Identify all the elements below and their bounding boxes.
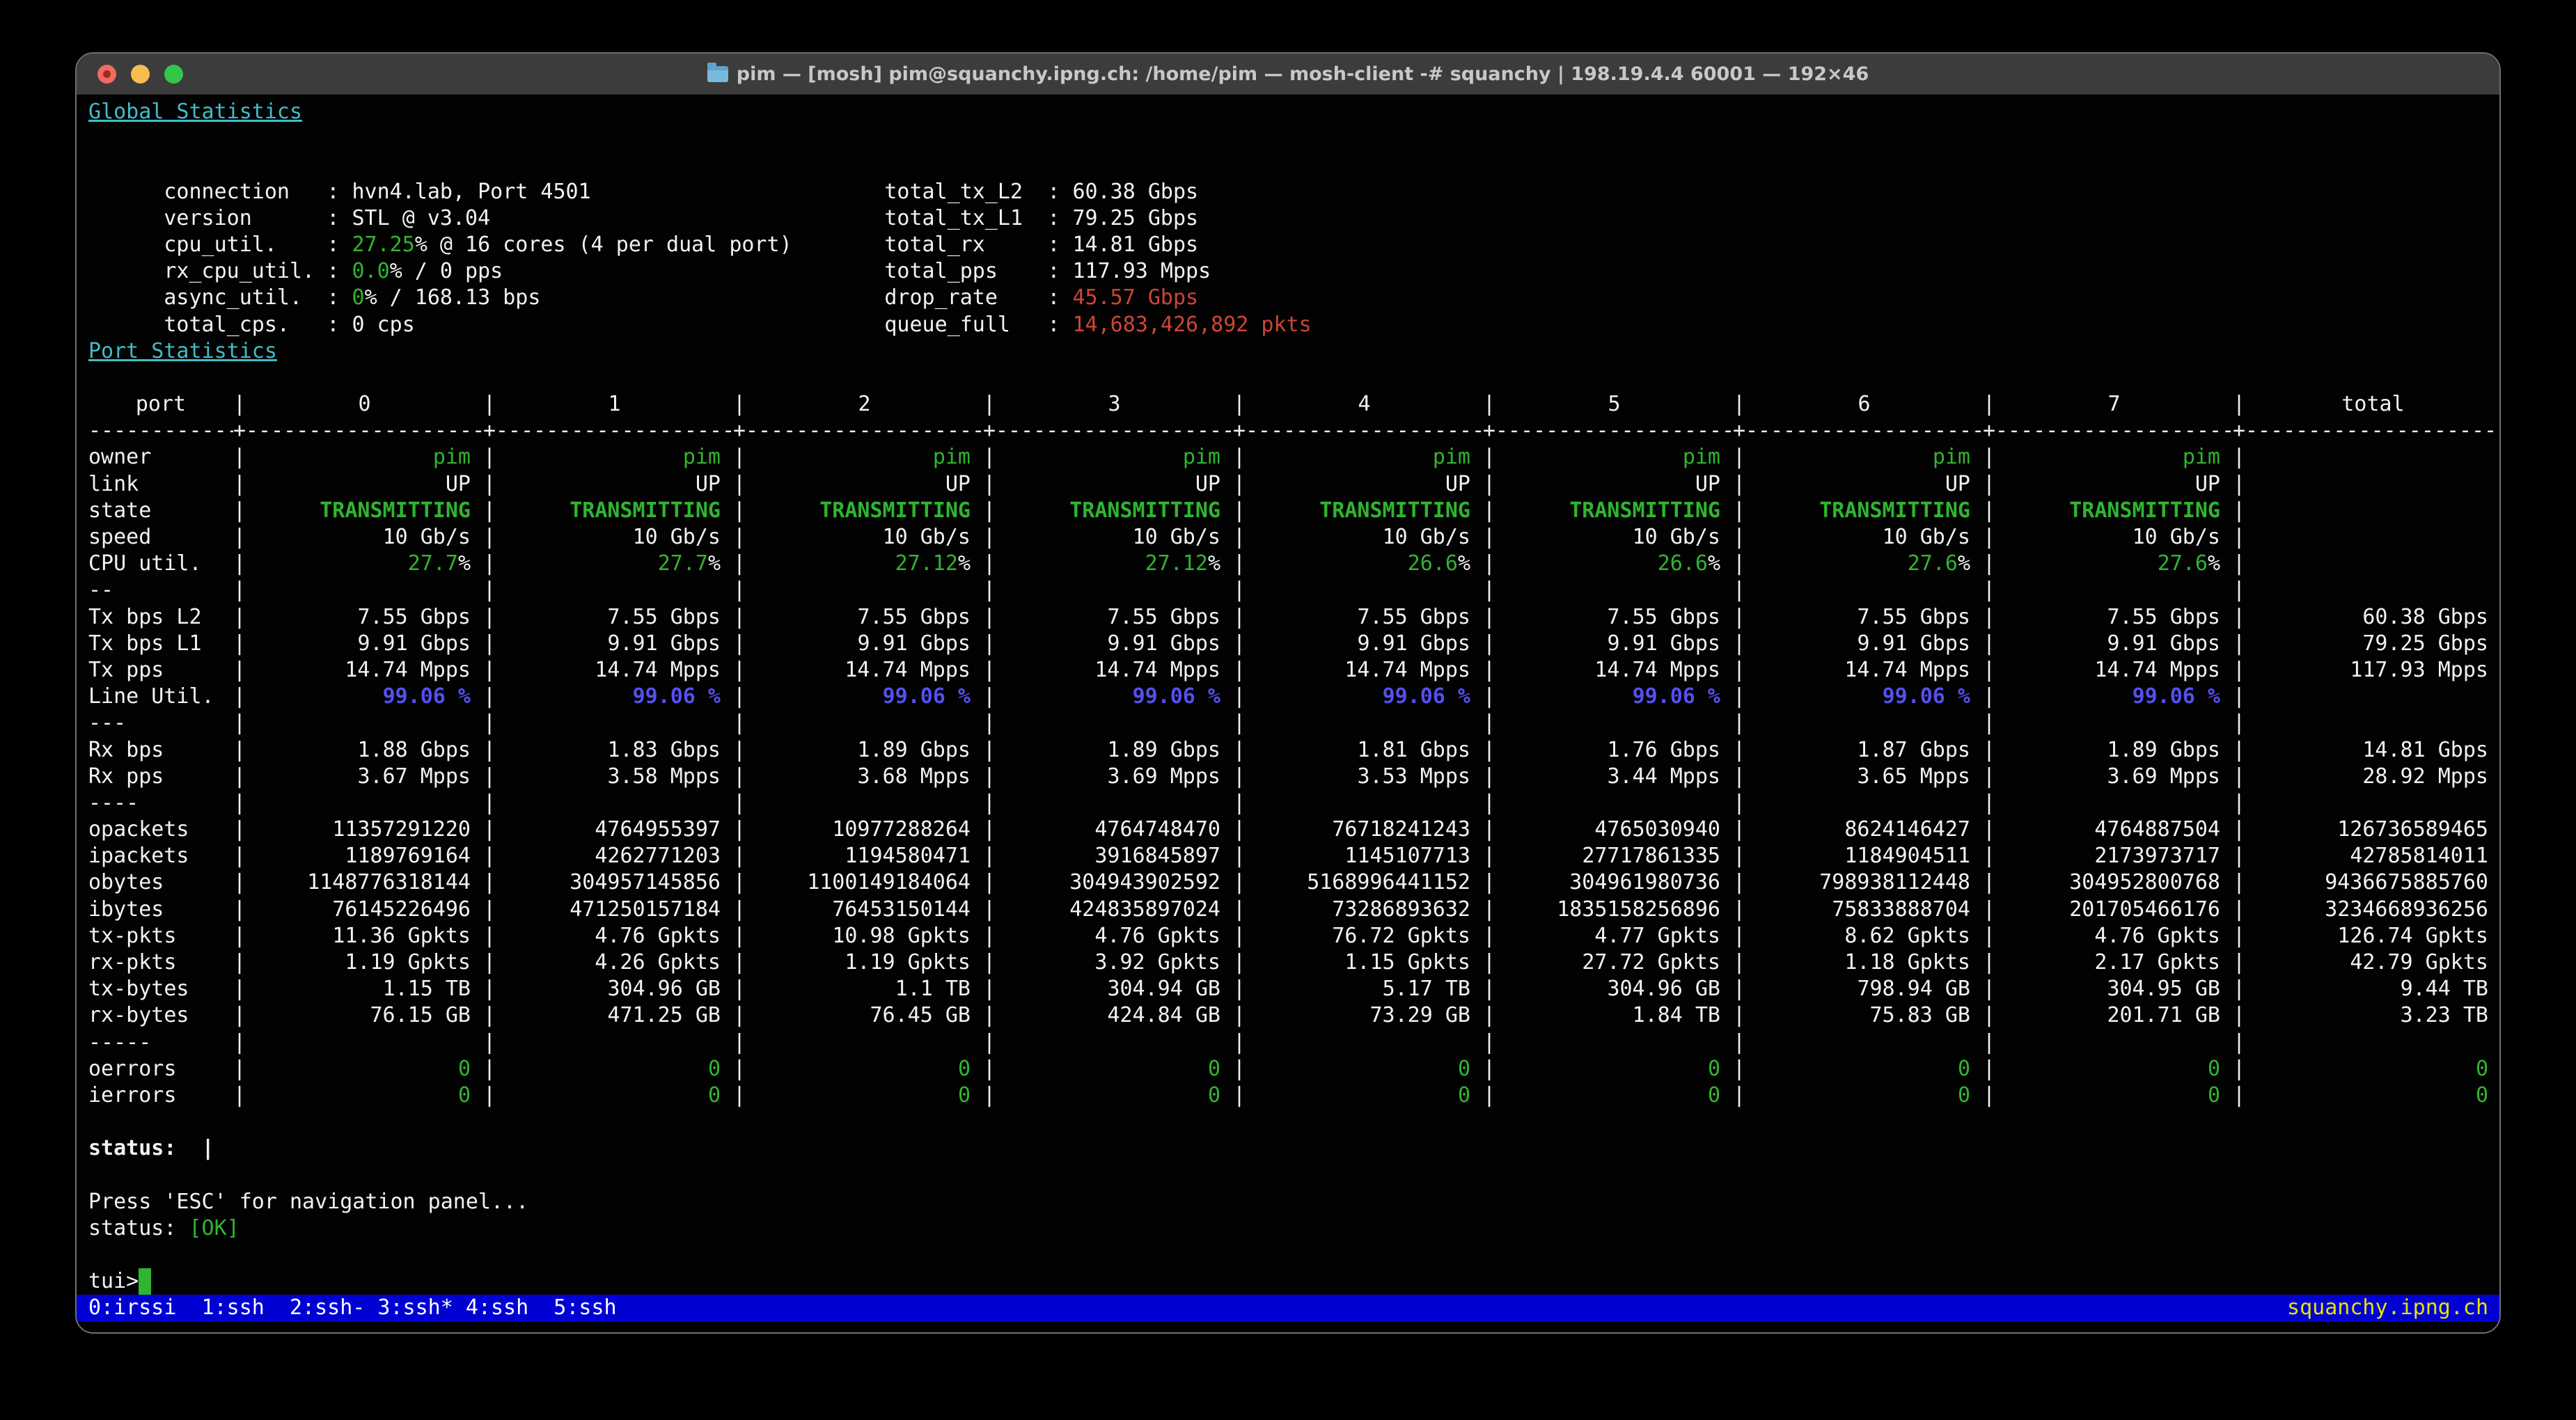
row-label: Line Util. xyxy=(88,684,233,710)
row-label: Tx bps L2 xyxy=(88,604,233,631)
table-row: link|UP|UP|UP|UP|UP|UP|UP|UP| xyxy=(77,471,2499,498)
table-row: ibytes|76145226496|471250157184|76453150… xyxy=(77,897,2499,923)
table-row: Rx pps|3.67 Mpps|3.58 Mpps|3.68 Mpps|3.6… xyxy=(77,764,2499,790)
row-label: state xyxy=(88,498,233,524)
row-label: oerrors xyxy=(88,1056,233,1082)
table-row: tx-pkts|11.36 Gpkts|4.76 Gpkts|10.98 Gpk… xyxy=(77,923,2499,949)
table-row: Tx bps L2|7.55 Gbps|7.55 Gbps|7.55 Gbps|… xyxy=(77,604,2499,631)
tmux-status-bar: 0:irssi 1:ssh 2:ssh- 3:ssh* 4:ssh 5:ssh s… xyxy=(77,1295,2499,1321)
table-row: ierrors|0|0|0|0|0|0|0|0|0 xyxy=(77,1082,2499,1109)
row-label: CPU util. xyxy=(88,551,233,577)
row-label: rx-pkts xyxy=(88,949,233,976)
zoom-button[interactable] xyxy=(164,65,183,84)
table-row: Line Util.|99.06 %|99.06 %|99.06 %|99.06… xyxy=(77,684,2499,710)
table-row: oerrors|0|0|0|0|0|0|0|0|0 xyxy=(77,1056,2499,1082)
row-label: tx-pkts xyxy=(88,923,233,949)
table-row: rx-pkts|1.19 Gpkts|4.26 Gpkts|1.19 Gpkts… xyxy=(77,949,2499,976)
row-label: link xyxy=(88,471,233,498)
table-row: Tx pps|14.74 Mpps|14.74 Mpps|14.74 Mpps|… xyxy=(77,657,2499,684)
folder-icon xyxy=(707,66,728,82)
table-row: port|0|1|2|3|4|5|6|7|total xyxy=(77,391,2499,418)
row-label: ibytes xyxy=(88,897,233,923)
table-row: CPU util.|27.7%|27.7%|27.12%|27.12%|26.6… xyxy=(77,551,2499,577)
text-cursor xyxy=(139,1268,151,1295)
row-label: Rx pps xyxy=(88,764,233,790)
tmux-hostname: squanchy.ipng.ch xyxy=(2287,1295,2488,1321)
table-row: ipackets|1189769164|4262771203|119458047… xyxy=(77,843,2499,869)
row-label: owner xyxy=(88,444,233,471)
row-label: obytes xyxy=(88,869,233,896)
close-button[interactable] xyxy=(97,65,116,84)
port-statistics-table: port|0|1|2|3|4|5|6|7|total------------+-… xyxy=(77,391,2499,1109)
row-label: ----- xyxy=(88,1030,233,1056)
row-label: Rx bps xyxy=(88,737,233,764)
row-label: Tx bps L1 xyxy=(88,631,233,657)
row-label: tx-bytes xyxy=(88,976,233,1002)
row-label: --- xyxy=(88,710,233,736)
terminal-window: pim — [mosh] pim@squanchy.ipng.ch: /home… xyxy=(75,52,2501,1334)
table-row: state|TRANSMITTING|TRANSMITTING|TRANSMIT… xyxy=(77,498,2499,524)
row-label: ierrors xyxy=(88,1082,233,1109)
table-row: -----||||||||| xyxy=(77,1030,2499,1056)
terminal-screen: Global Statistics connection: hvn4.lab, … xyxy=(77,95,2499,1332)
title-bar[interactable]: pim — [mosh] pim@squanchy.ipng.ch: /home… xyxy=(77,54,2499,95)
table-row: ---||||||||| xyxy=(77,710,2499,736)
port-statistics-heading: Port Statistics xyxy=(88,339,277,363)
row-label: -- xyxy=(88,577,233,604)
row-label: ---- xyxy=(88,790,233,816)
table-row: opackets|11357291220|4764955397|10977288… xyxy=(77,816,2499,843)
minimize-button[interactable] xyxy=(131,65,150,84)
table-row: ----||||||||| xyxy=(77,790,2499,816)
status-label: status: xyxy=(88,1136,176,1160)
tmux-window-list: 0:irssi 1:ssh 2:ssh- 3:ssh* 4:ssh 5:ssh xyxy=(88,1295,617,1321)
table-row: speed|10 Gb/s|10 Gb/s|10 Gb/s|10 Gb/s|10… xyxy=(77,524,2499,551)
row-label: ipackets xyxy=(88,843,233,869)
table-row: tx-bytes|1.15 TB|304.96 GB|1.1 TB|304.94… xyxy=(77,976,2499,1002)
stat-line: connection: hvn4.lab, Port 4501total_tx_… xyxy=(77,152,2499,178)
traffic-lights xyxy=(97,54,183,94)
prompt-label: tui> xyxy=(88,1269,139,1293)
status-ok-line: status: [OK] xyxy=(77,1215,2499,1242)
row-label: rx-bytes xyxy=(88,1002,233,1029)
row-label: Tx pps xyxy=(88,657,233,684)
row-label: speed xyxy=(88,524,233,551)
status-spinner-line: status: | xyxy=(77,1135,2499,1162)
spinner-icon xyxy=(176,1136,201,1160)
row-label: opackets xyxy=(88,816,233,843)
table-row: obytes|1148776318144|304957145856|110014… xyxy=(77,869,2499,896)
press-esc-hint: Press 'ESC' for navigation panel... xyxy=(77,1189,2499,1215)
status-ok-badge: [OK] xyxy=(189,1216,239,1240)
global-statistics-heading: Global Statistics xyxy=(88,100,302,124)
prompt-line[interactable]: tui> xyxy=(77,1268,2499,1295)
window-title: pim — [mosh] pim@squanchy.ipng.ch: /home… xyxy=(737,63,1869,85)
table-row: ------------+---------------------+-----… xyxy=(77,418,2499,444)
table-row: Tx bps L1|9.91 Gbps|9.91 Gbps|9.91 Gbps|… xyxy=(77,631,2499,657)
table-row: owner|pim|pim|pim|pim|pim|pim|pim|pim| xyxy=(77,444,2499,471)
table-row: rx-bytes|76.15 GB|471.25 GB|76.45 GB|424… xyxy=(77,1002,2499,1029)
table-row: Rx bps|1.88 Gbps|1.83 Gbps|1.89 Gbps|1.8… xyxy=(77,737,2499,764)
table-row: --||||||||| xyxy=(77,577,2499,604)
